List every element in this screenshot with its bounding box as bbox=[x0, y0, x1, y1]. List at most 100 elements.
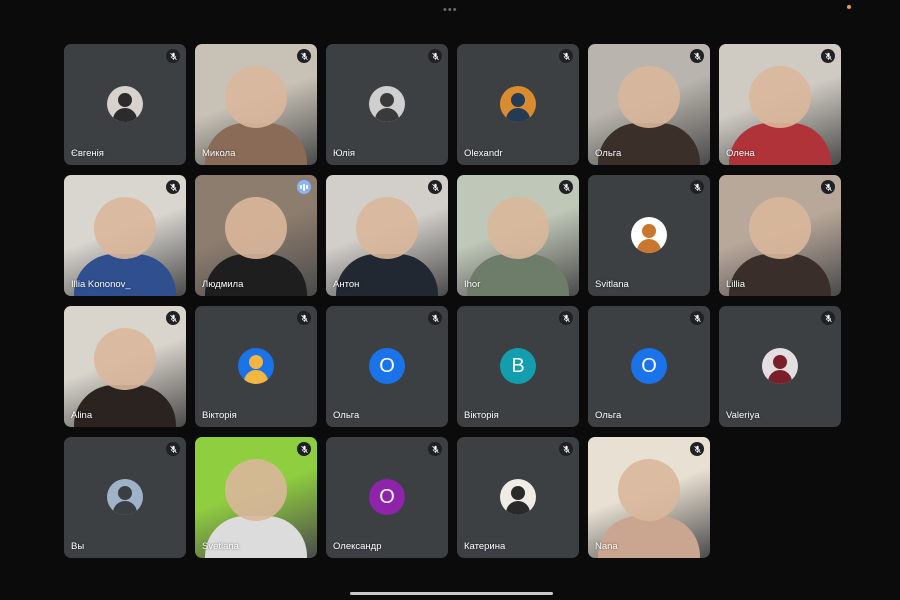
avatar bbox=[762, 348, 798, 384]
home-indicator[interactable] bbox=[350, 592, 553, 595]
participant-name: Svitlana bbox=[595, 279, 629, 290]
person-photo bbox=[511, 486, 525, 500]
participant-tile[interactable]: Вы bbox=[64, 437, 186, 558]
video-feed bbox=[94, 197, 156, 259]
participant-tile[interactable]: Євгенія bbox=[64, 44, 186, 165]
status-dot bbox=[847, 5, 851, 9]
avatar-torso bbox=[113, 108, 137, 122]
mic-off-icon bbox=[428, 442, 442, 456]
video-feed bbox=[618, 66, 680, 128]
person-photo bbox=[118, 486, 132, 500]
participant-name: Вы bbox=[71, 541, 85, 552]
person-body bbox=[467, 254, 569, 296]
avatar-initial: О bbox=[631, 348, 667, 384]
participant-tile[interactable]: О Ольга bbox=[588, 306, 710, 427]
avatar bbox=[369, 86, 405, 122]
participant-name: Вікторія bbox=[202, 410, 237, 421]
participant-tile[interactable]: В Вікторія bbox=[457, 306, 579, 427]
mic-off-icon bbox=[166, 180, 180, 194]
participant-name: Людмила bbox=[202, 279, 244, 290]
top-handle-dots[interactable]: ••• bbox=[443, 4, 458, 16]
participant-tile[interactable]: Olexandr bbox=[457, 44, 579, 165]
participant-name: Катерина bbox=[464, 541, 506, 552]
video-feed bbox=[225, 66, 287, 128]
participant-name: Ольга bbox=[595, 410, 622, 421]
avatar bbox=[500, 86, 536, 122]
mic-off-icon bbox=[428, 311, 442, 325]
participant-tile[interactable]: Олена bbox=[719, 44, 841, 165]
participant-name: Ольга bbox=[595, 148, 622, 159]
participant-name: Вікторія bbox=[464, 410, 499, 421]
participant-tile[interactable]: Ihor bbox=[457, 175, 579, 296]
person-photo bbox=[249, 355, 263, 369]
participant-tile[interactable]: Svitlana bbox=[588, 175, 710, 296]
person-photo bbox=[642, 224, 656, 238]
participant-name: Lillia bbox=[726, 279, 746, 290]
participant-tile[interactable]: Valeriya bbox=[719, 306, 841, 427]
participant-tile[interactable]: Вікторія bbox=[195, 306, 317, 427]
person-photo bbox=[773, 355, 787, 369]
mic-off-icon bbox=[297, 49, 311, 63]
participant-tile[interactable]: О Олександр bbox=[326, 437, 448, 558]
mic-off-icon bbox=[821, 180, 835, 194]
avatar-initial: О bbox=[369, 479, 405, 515]
mic-off-icon bbox=[821, 311, 835, 325]
participant-name: Olexandr bbox=[464, 148, 503, 159]
mic-off-icon bbox=[559, 180, 573, 194]
mic-off-icon bbox=[690, 180, 704, 194]
participant-tile[interactable]: Illia Kononov_ bbox=[64, 175, 186, 296]
participant-name: Alina bbox=[71, 410, 93, 421]
person-photo bbox=[380, 93, 394, 107]
avatar-torso bbox=[506, 501, 530, 515]
avatar-torso bbox=[768, 370, 792, 384]
video-feed bbox=[225, 459, 287, 521]
avatar-torso bbox=[506, 108, 530, 122]
participant-tile[interactable]: Катерина bbox=[457, 437, 579, 558]
mic-off-icon bbox=[166, 311, 180, 325]
avatar-torso bbox=[637, 239, 661, 253]
participant-name: Микола bbox=[202, 148, 236, 159]
person-photo bbox=[511, 93, 525, 107]
participant-name: Олександр bbox=[333, 541, 382, 552]
participant-name: Ольга bbox=[333, 410, 360, 421]
participant-name: Svetlana bbox=[202, 541, 239, 552]
participant-tile[interactable]: Nana bbox=[588, 437, 710, 558]
avatar bbox=[500, 479, 536, 515]
participant-name: Ihor bbox=[464, 279, 481, 290]
mic-off-icon bbox=[821, 49, 835, 63]
mic-off-icon bbox=[297, 442, 311, 456]
participant-tile[interactable]: Людмила bbox=[195, 175, 317, 296]
mic-off-icon bbox=[559, 442, 573, 456]
video-feed bbox=[94, 328, 156, 390]
participant-tile[interactable]: Антон bbox=[326, 175, 448, 296]
video-feed bbox=[487, 197, 549, 259]
participant-tile[interactable]: Alina bbox=[64, 306, 186, 427]
mic-off-icon bbox=[297, 311, 311, 325]
audio-level-icon bbox=[297, 180, 311, 194]
participant-name: Юлія bbox=[333, 148, 355, 159]
participant-name: Євгенія bbox=[71, 148, 104, 159]
avatar bbox=[631, 217, 667, 253]
avatar bbox=[238, 348, 274, 384]
participant-tile[interactable]: Ольга bbox=[588, 44, 710, 165]
participant-name: Valeriya bbox=[726, 410, 760, 421]
avatar-initial: О bbox=[369, 348, 405, 384]
mic-off-icon bbox=[559, 311, 573, 325]
participant-tile[interactable]: Lillia bbox=[719, 175, 841, 296]
mic-off-icon bbox=[428, 49, 442, 63]
participant-tile[interactable]: Микола bbox=[195, 44, 317, 165]
participant-tile[interactable]: Юлія bbox=[326, 44, 448, 165]
avatar-torso bbox=[375, 108, 399, 122]
avatar bbox=[107, 479, 143, 515]
avatar-torso bbox=[113, 501, 137, 515]
mic-off-icon bbox=[559, 49, 573, 63]
mic-off-icon bbox=[166, 49, 180, 63]
participant-tile[interactable]: Svetlana bbox=[195, 437, 317, 558]
video-feed bbox=[618, 459, 680, 521]
participant-name: Nana bbox=[595, 541, 618, 552]
participant-tile[interactable]: О Ольга bbox=[326, 306, 448, 427]
participant-name: Олена bbox=[726, 148, 755, 159]
avatar-torso bbox=[244, 370, 268, 384]
video-feed bbox=[749, 66, 811, 128]
mic-off-icon bbox=[690, 311, 704, 325]
